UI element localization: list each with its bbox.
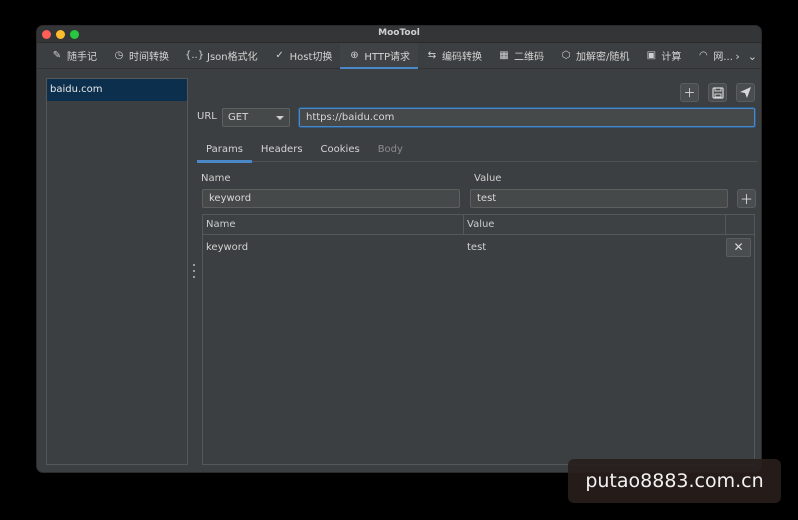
tab-params[interactable]: Params — [197, 139, 252, 163]
globe-icon: ⊕ — [350, 50, 359, 61]
swap-icon: ⇆ — [427, 50, 437, 61]
tab-time-convert[interactable]: ◷ 时间转换 — [105, 43, 177, 69]
clock-icon: ◷ — [114, 50, 124, 61]
caret-down-icon — [276, 116, 284, 120]
window-title: MooTool — [378, 28, 420, 38]
qrcode-icon: ▦ — [499, 50, 509, 61]
check-icon: ✓ — [275, 50, 284, 61]
tab-http-request[interactable]: ⊕ HTTP请求 — [340, 42, 418, 69]
save-icon — [711, 86, 724, 99]
tool-tab-bar: ✎ 随手记 ◷ 时间转换 {..} Json格式化 ✓ Host切换 ⊕ HTT… — [37, 42, 761, 69]
request-list: baidu.com — [46, 78, 188, 465]
tab-cookies[interactable]: Cookies — [312, 139, 369, 162]
add-param-button[interactable]: ＋ — [737, 189, 756, 208]
tab-scroll-controls: › ⌄ — [735, 43, 757, 69]
column-header-actions — [726, 215, 754, 234]
tab-label: 加解密/随机 — [576, 52, 630, 63]
column-header-name[interactable]: Name — [203, 215, 464, 234]
tab-encode-convert[interactable]: ⇆ 编码转换 — [418, 43, 490, 69]
list-item[interactable]: baidu.com — [47, 79, 187, 101]
tab-qrcode[interactable]: ▦ 二维码 — [490, 43, 552, 69]
tab-crypto-random[interactable]: ⬡ 加解密/随机 — [552, 43, 637, 69]
tab-network[interactable]: ◠ 网... — [689, 43, 741, 69]
param-value-label: Value — [474, 173, 502, 184]
tab-label: 时间转换 — [129, 52, 169, 63]
cube-icon: ⬡ — [561, 50, 571, 61]
method-select[interactable]: GET — [222, 108, 290, 127]
request-subtabs: Params Headers Cookies Body — [197, 139, 757, 163]
handle-dot — [193, 276, 195, 278]
chevron-down-icon[interactable]: ⌄ — [748, 50, 757, 63]
handle-dot — [193, 270, 195, 272]
tab-label: Json格式化 — [207, 52, 258, 63]
url-input[interactable]: https://baidu.com — [299, 108, 755, 127]
tab-host-switch[interactable]: ✓ Host切换 — [266, 43, 341, 69]
calculator-icon: ▣ — [646, 50, 657, 61]
delete-row-button[interactable]: ✕ — [726, 237, 751, 257]
tab-calculate[interactable]: ▣ 计算 — [637, 43, 689, 69]
split-pane-handle[interactable] — [192, 264, 196, 278]
tab-label: 编码转换 — [442, 52, 482, 63]
tab-label: 随手记 — [67, 52, 97, 63]
url-label: URL — [197, 111, 217, 122]
tab-json-format[interactable]: {..} Json格式化 — [177, 43, 266, 69]
tab-label: 计算 — [661, 52, 682, 63]
tab-body[interactable]: Body — [369, 139, 412, 162]
braces-icon: {..} — [185, 50, 205, 61]
handle-dot — [193, 264, 195, 266]
send-icon — [740, 87, 751, 98]
param-name-label: Name — [201, 173, 231, 184]
param-name-input[interactable]: keyword — [202, 189, 460, 208]
close-icon: ✕ — [733, 240, 744, 254]
row-value-cell[interactable]: test — [464, 242, 726, 253]
send-request-button[interactable] — [736, 83, 755, 102]
save-request-button[interactable] — [708, 83, 727, 102]
tab-label: 网... — [713, 52, 733, 63]
add-request-button[interactable]: ＋ — [680, 83, 699, 102]
param-value-input[interactable]: test — [470, 189, 728, 208]
table-header: Name Value — [203, 215, 754, 235]
table-row[interactable]: keyword test ✕ — [203, 235, 754, 259]
tab-label: Host切换 — [289, 52, 333, 63]
chevron-right-icon[interactable]: › — [735, 50, 739, 63]
method-value: GET — [228, 112, 249, 123]
column-header-value[interactable]: Value — [464, 215, 726, 234]
row-name-cell[interactable]: keyword — [203, 242, 464, 253]
tab-label: 二维码 — [514, 52, 544, 63]
tab-headers[interactable]: Headers — [252, 139, 312, 162]
tab-label: HTTP请求 — [364, 52, 410, 63]
tab-notes[interactable]: ✎ 随手记 — [43, 43, 105, 69]
app-window: MooTool ✎ 随手记 ◷ 时间转换 {..} Json格式化 ✓ Host… — [36, 25, 762, 473]
title-bar: MooTool — [37, 26, 761, 43]
params-table: Name Value keyword test ✕ — [202, 214, 755, 465]
watermark: putao8883.com.cn — [568, 459, 781, 503]
wifi-icon: ◠ — [699, 50, 708, 61]
pen-icon: ✎ — [52, 50, 62, 61]
plus-icon: ＋ — [683, 86, 696, 100]
plus-icon: ＋ — [739, 193, 753, 208]
